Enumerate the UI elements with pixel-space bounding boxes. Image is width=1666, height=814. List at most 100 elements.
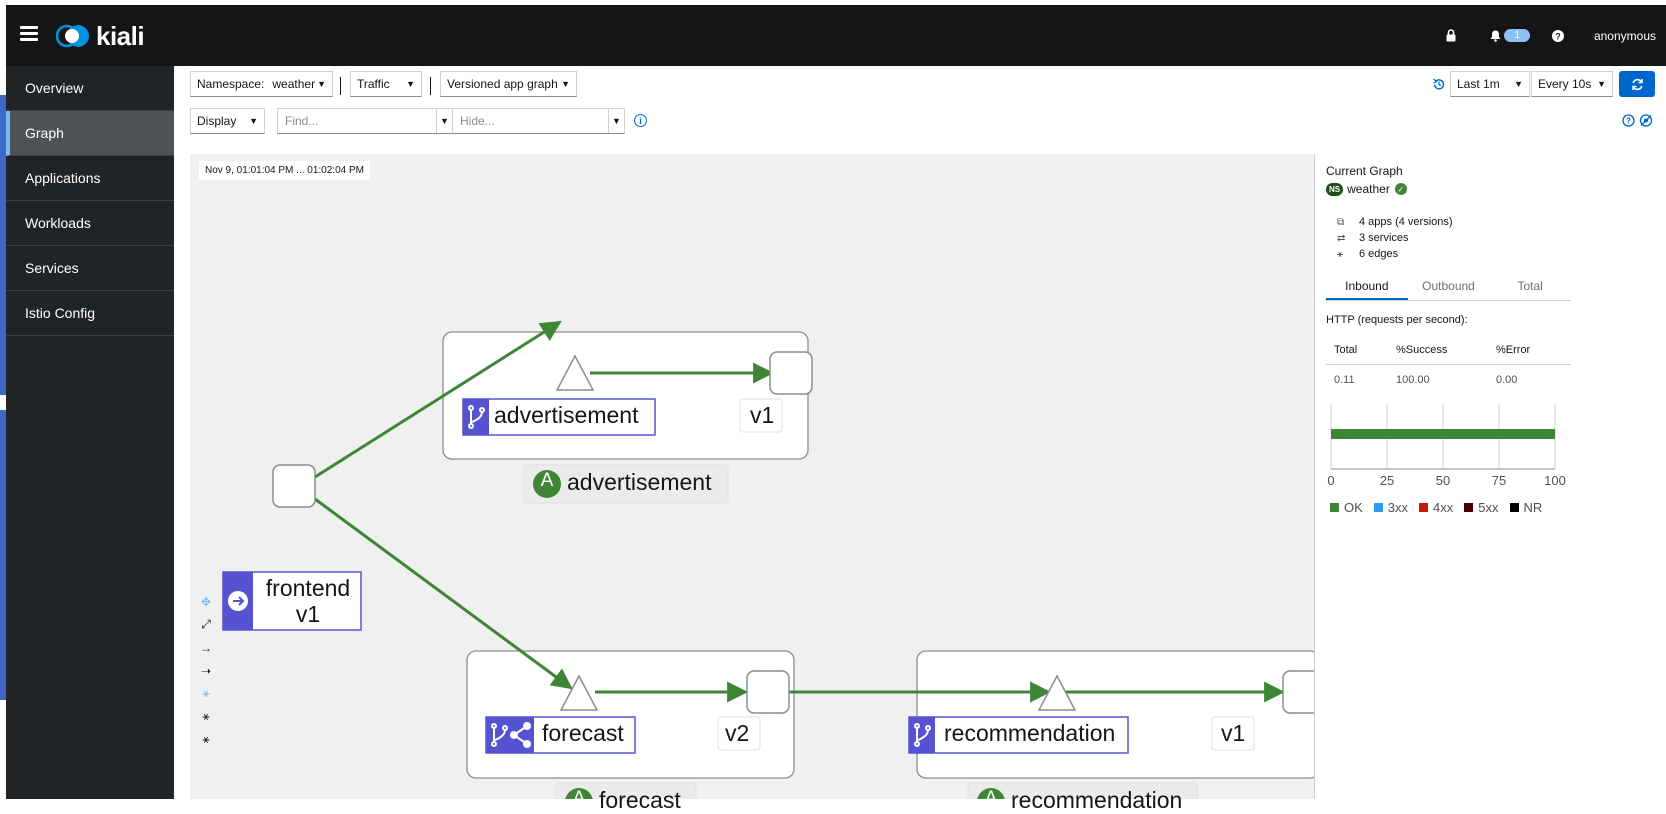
applications-icon: ⧉: [1337, 216, 1345, 228]
sidebar-item-workloads[interactable]: Workloads: [6, 201, 174, 246]
layout-default-icon[interactable]: →: [195, 636, 217, 659]
sidebar-item-istio-config[interactable]: Istio Config: [6, 291, 174, 336]
hamburger-menu-icon[interactable]: [20, 26, 38, 42]
tab-total[interactable]: Total: [1489, 275, 1571, 300]
info-icon[interactable]: i: [634, 114, 647, 127]
legend-swatch: [1373, 503, 1383, 512]
hide-input[interactable]: Hide... ▼: [452, 108, 625, 134]
notifications-button[interactable]: 1: [1490, 29, 1530, 42]
recommendation-app-name: recommendation: [1011, 787, 1183, 813]
legend-label: 5xx: [1478, 500, 1499, 515]
sidebar-item-applications[interactable]: Applications: [6, 156, 174, 201]
toolbar-divider: [430, 77, 431, 95]
forecast-v2-node[interactable]: [746, 670, 790, 714]
advertisement-v1-node[interactable]: [769, 351, 813, 395]
refresh-interval-select[interactable]: Every 10s ▼: [1531, 71, 1613, 97]
find-placeholder: Find...: [285, 114, 319, 128]
graph-toolbar: ✥ ⤢ → ➝ ⚹ ⚹ ⚹: [195, 590, 217, 751]
svg-text:?: ?: [1626, 117, 1631, 126]
namespace-name[interactable]: weather: [1347, 182, 1390, 196]
ok-bar[interactable]: [1331, 429, 1555, 439]
svg-text:?: ?: [1555, 31, 1561, 41]
chevron-down-icon[interactable]: ▼: [608, 109, 624, 133]
apps-count-text: 4 apps (4 versions): [1359, 216, 1453, 228]
sidebar-nav: Overview Graph Applications Workloads Se…: [6, 66, 174, 799]
recommendation-app-box[interactable]: [916, 650, 1314, 779]
legend-label: 4xx: [1433, 500, 1454, 515]
arrow-circle-right-icon: [228, 591, 248, 611]
chevron-down-icon: ▼: [317, 79, 326, 89]
graph-type-select[interactable]: Versioned app graph ▼: [440, 71, 577, 97]
display-label: Display: [197, 114, 237, 128]
legend-label: OK: [1344, 500, 1363, 515]
chevron-down-icon: ▼: [249, 116, 258, 126]
summary-panel: Current Graph NS weather ✓ ⧉ 4 apps (4 v…: [1314, 154, 1666, 799]
tab-inbound[interactable]: Inbound: [1326, 275, 1408, 300]
legend-ok[interactable]: OK: [1330, 500, 1363, 515]
namespace-label: Namespace:: [197, 77, 265, 91]
namespace-select[interactable]: Namespace: weather ▼: [190, 71, 333, 97]
tab-outbound[interactable]: Outbound: [1408, 275, 1490, 300]
brand-name: kiali: [96, 20, 145, 51]
help-icon[interactable]: ?: [1551, 29, 1564, 42]
chevron-down-icon: ▼: [406, 79, 415, 89]
chevron-down-icon: ▼: [561, 79, 570, 89]
legend-swatch: [1464, 503, 1474, 512]
forecast-service-label: forecast: [542, 720, 624, 746]
masthead: kiali 1 ? anonymous: [6, 5, 1666, 66]
forecast-version-label: v2: [725, 720, 750, 746]
lock-icon[interactable]: [1446, 29, 1456, 42]
layout-4-icon[interactable]: ⚹: [195, 728, 217, 751]
toolbar-divider: [340, 77, 341, 95]
refresh-button[interactable]: [1619, 71, 1655, 97]
services-count: ⇄ 3 services: [1337, 232, 1409, 244]
tick-50: 50: [1436, 473, 1450, 488]
chevron-down-icon[interactable]: ▼: [436, 109, 452, 133]
sidebar-item-graph[interactable]: Graph: [6, 111, 174, 156]
legend-nr[interactable]: NR: [1509, 500, 1542, 515]
graph-canvas[interactable]: Nov 9, 01:01:04 PM ... 01:02:04 PM adver…: [190, 154, 1314, 813]
traffic-select[interactable]: Traffic ▼: [350, 71, 422, 97]
sidebar-item-overview[interactable]: Overview: [6, 66, 174, 111]
legend-3xx[interactable]: 3xx: [1373, 500, 1409, 515]
find-input[interactable]: Find... ▼: [277, 108, 453, 134]
layout-3-icon[interactable]: ⚹: [195, 705, 217, 728]
namespace-badge: NS: [1326, 182, 1344, 196]
advertisement-app-box[interactable]: [442, 331, 809, 460]
hide-legend-icon[interactable]: [1639, 114, 1653, 127]
notification-badge: 1: [1504, 29, 1530, 42]
fit-to-screen-icon[interactable]: ⤢: [195, 613, 217, 636]
help-circle-icon[interactable]: ?: [1622, 114, 1635, 127]
sidebar-item-services[interactable]: Services: [6, 246, 174, 291]
recommendation-service-label: recommendation: [944, 720, 1116, 746]
chevron-down-icon: ▼: [1597, 79, 1606, 89]
legend-4xx[interactable]: 4xx: [1419, 500, 1453, 515]
topology-icon: ⚹: [1337, 248, 1343, 260]
kiali-logo[interactable]: kiali: [56, 20, 145, 51]
forecast-app-box[interactable]: [466, 650, 795, 779]
tick-75: 75: [1492, 473, 1506, 488]
bell-icon: [1490, 30, 1501, 42]
layout-1-icon[interactable]: ➝: [195, 659, 217, 682]
refresh-icon: [1631, 78, 1643, 90]
check-circle-icon: ✓: [1394, 183, 1407, 195]
duration-select[interactable]: Last 1m ▼: [1450, 71, 1530, 97]
legend-label: 3xx: [1387, 500, 1409, 515]
masthead-tools: 1 ? anonymous: [1412, 5, 1656, 66]
cell-error: 0.00: [1496, 374, 1518, 386]
graph-type-label: Versioned app graph: [447, 77, 558, 91]
pan-icon[interactable]: ✥: [195, 590, 217, 613]
frontend-workload-node[interactable]: [272, 464, 316, 508]
user-menu[interactable]: anonymous: [1594, 29, 1656, 43]
chevron-down-icon: ▼: [1514, 79, 1523, 89]
display-select[interactable]: Display ▼: [190, 108, 265, 134]
layout-2-icon[interactable]: ⚹: [195, 682, 217, 705]
app-badge-letter: A: [984, 788, 998, 809]
legend-swatch: [1509, 503, 1519, 512]
rates-table-row: 0.11 100.00 0.00: [1326, 370, 1571, 392]
legend-5xx[interactable]: 5xx: [1464, 500, 1499, 515]
forecast-app-name: forecast: [599, 787, 681, 813]
recommendation-v1-node[interactable]: [1282, 670, 1314, 714]
history-icon[interactable]: [1433, 78, 1445, 90]
advertisement-service-label: advertisement: [494, 402, 639, 428]
